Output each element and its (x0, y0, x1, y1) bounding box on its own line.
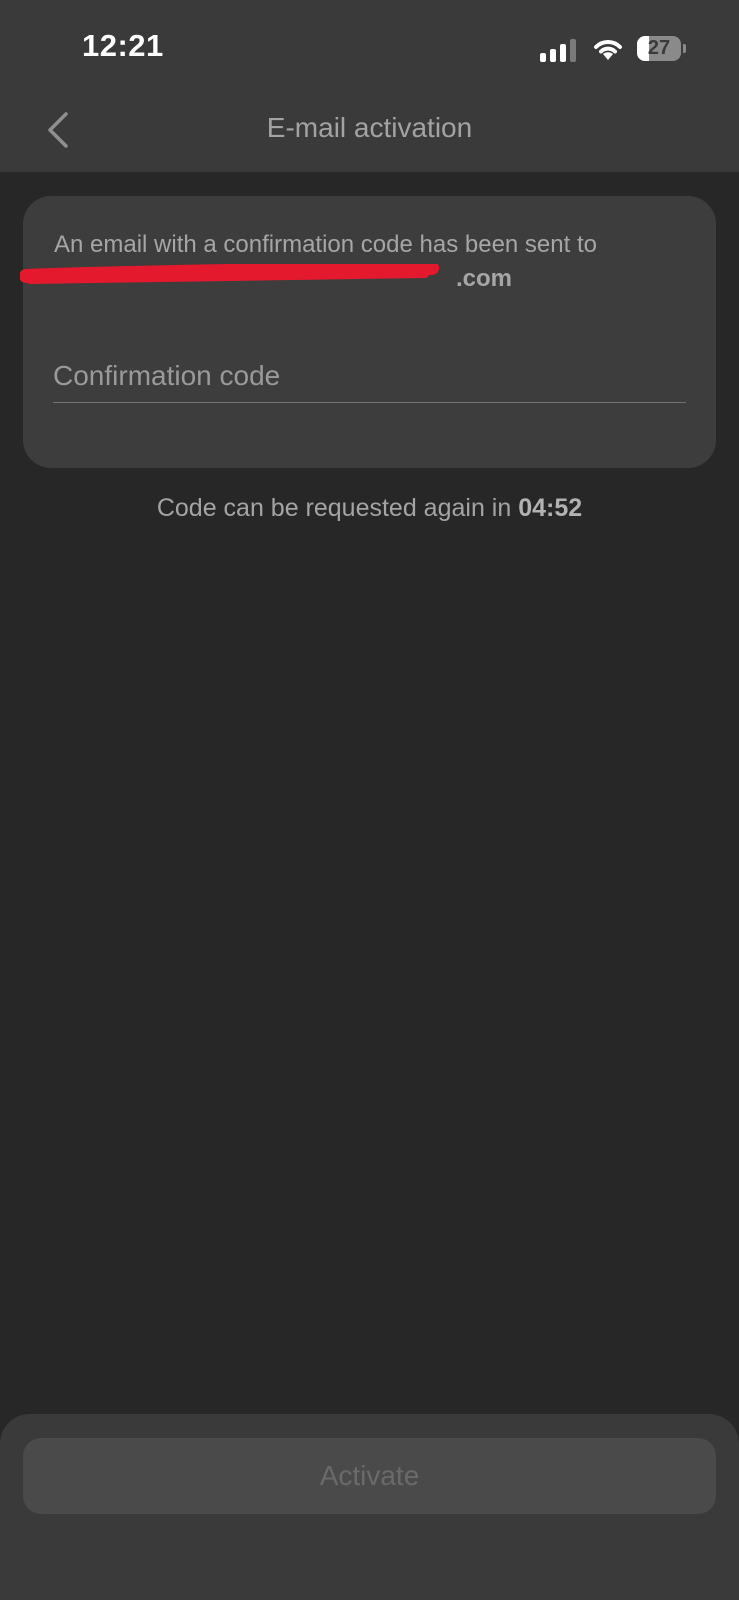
wifi-icon (594, 40, 622, 60)
email-domain-suffix: .com (456, 265, 513, 292)
confirmation-message: An email with a confirmation code has be… (54, 231, 597, 258)
top-bar: 12:21 27 E-mail activation (0, 0, 739, 172)
redaction-mark (20, 264, 439, 284)
status-time: 12:21 (82, 28, 164, 63)
email-activation-screen: 12:21 27 E-mail activation An email with… (0, 0, 739, 1600)
battery-icon: 27 (637, 36, 687, 62)
battery-level: 27 (647, 37, 671, 59)
page-title: E-mail activation (266, 112, 473, 143)
resend-countdown: Code can be requested again in 04:52 (0, 494, 739, 523)
confirmation-card: An email with a confirmation code has be… (23, 196, 716, 468)
bottom-action-bar: Activate (0, 1414, 739, 1600)
cellular-signal-icon (540, 38, 578, 62)
confirmation-code-input[interactable] (53, 350, 686, 403)
resend-text: Code can be requested again in (156, 494, 519, 522)
activate-button[interactable]: Activate (23, 1438, 716, 1514)
countdown-timer: 04:52 (518, 494, 583, 522)
